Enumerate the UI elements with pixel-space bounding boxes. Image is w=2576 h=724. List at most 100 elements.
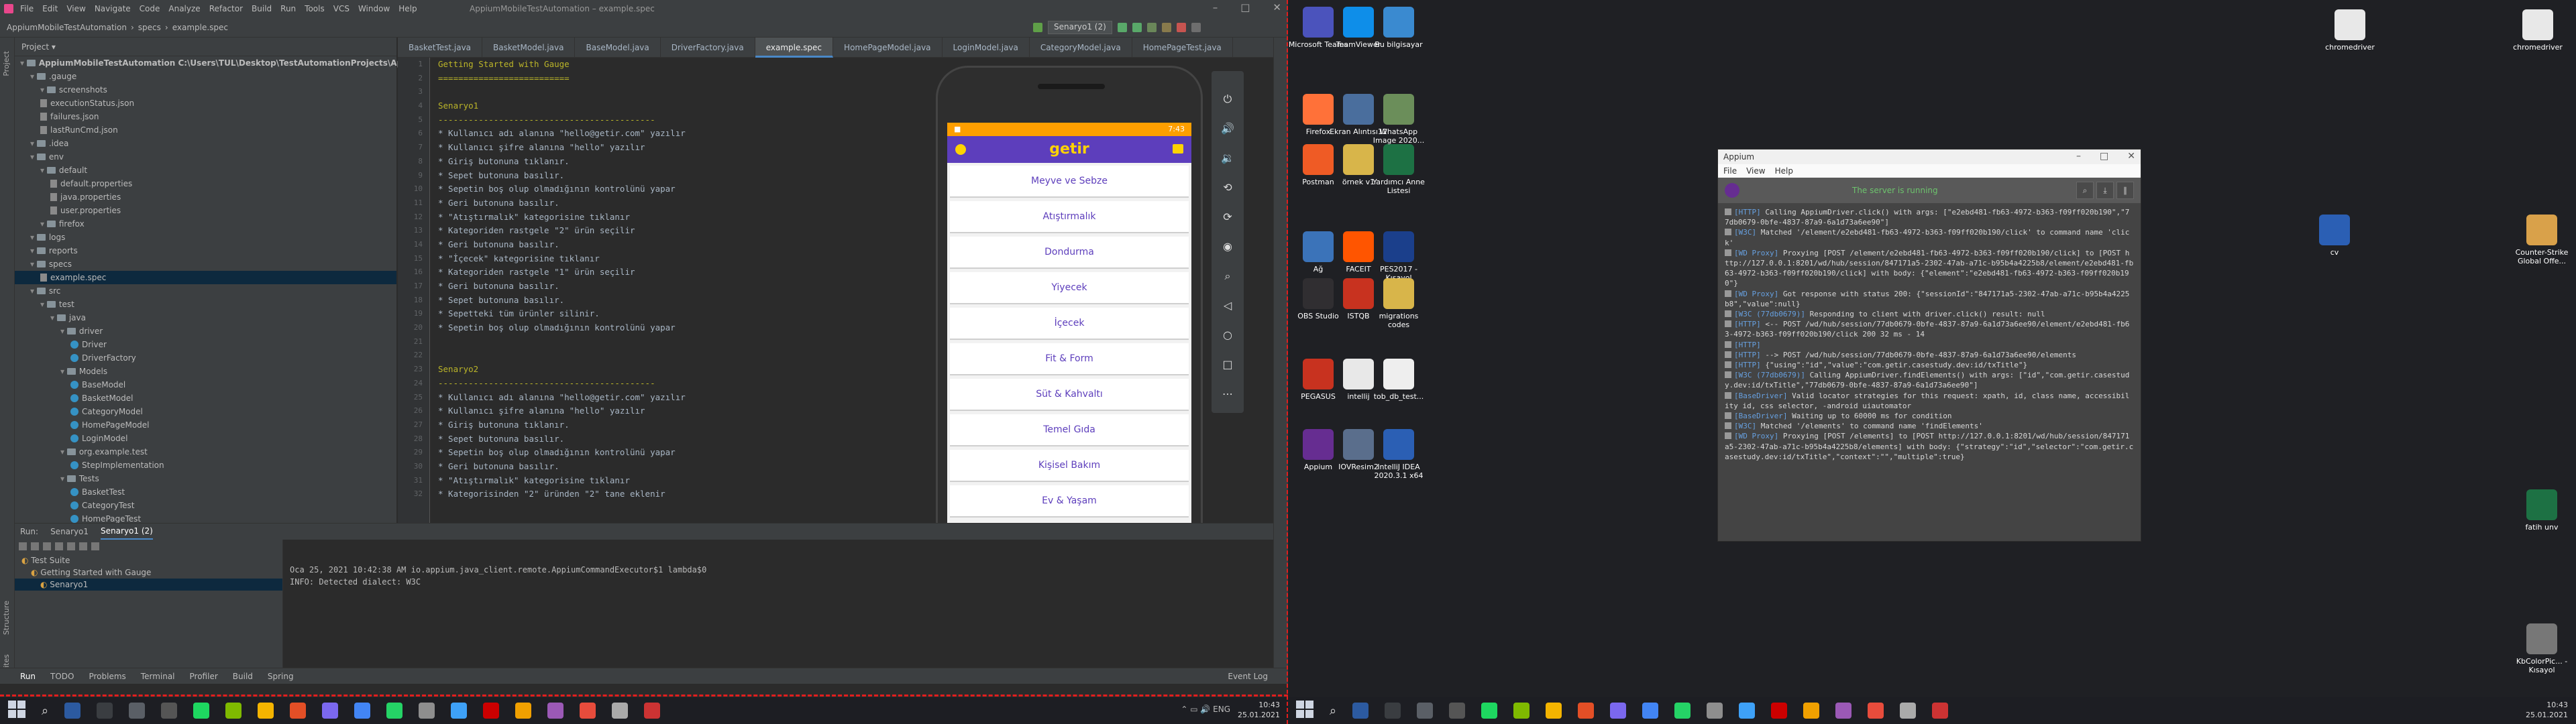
- editor-tab[interactable]: BasketTest.java: [398, 38, 483, 58]
- stop-icon[interactable]: [1176, 23, 1186, 32]
- project-tree-item[interactable]: default.properties: [15, 177, 396, 190]
- tool-tab-run[interactable]: Run: [20, 672, 36, 681]
- category-item[interactable]: Meyve ve Sebze: [950, 166, 1189, 198]
- rerun-icon[interactable]: [19, 542, 27, 550]
- maximize-icon[interactable]: □: [2100, 151, 2108, 162]
- power-icon[interactable]: ⏻: [1219, 90, 1236, 109]
- menu-item-code[interactable]: Code: [140, 4, 160, 13]
- project-tree-item[interactable]: DriverFactory: [15, 351, 396, 365]
- menu-item-view[interactable]: View: [66, 4, 85, 13]
- stop-icon[interactable]: [43, 542, 51, 550]
- search-icon[interactable]: [1191, 23, 1201, 32]
- taskbar-app-icon[interactable]: [1481, 703, 1498, 719]
- project-tree-item[interactable]: HomePageModel: [15, 418, 396, 432]
- taskbar-app-icon[interactable]: [1352, 703, 1369, 719]
- menu-item-edit[interactable]: Edit: [42, 4, 58, 13]
- taskbar-app-icon[interactable]: [64, 703, 81, 719]
- taskbar-clock-left[interactable]: 10:43 25.01.2021: [1238, 700, 1280, 720]
- taskbar-app-icon[interactable]: [290, 703, 307, 719]
- expand-icon[interactable]: [67, 542, 75, 550]
- minimize-icon[interactable]: –: [1213, 1, 1218, 13]
- close-icon[interactable]: ✕: [2127, 151, 2135, 162]
- editor-tab[interactable]: HomePageTest.java: [1132, 38, 1233, 58]
- category-item[interactable]: Yiyecek: [950, 272, 1189, 304]
- category-item[interactable]: Temel Gıda: [950, 414, 1189, 446]
- taskbar-app-icon[interactable]: [612, 703, 629, 719]
- desktop-icon[interactable]: tob_db_test...: [1368, 359, 1429, 401]
- search-icon[interactable]: ⌕: [2076, 182, 2094, 199]
- camera-icon[interactable]: ◉: [1219, 237, 1236, 256]
- taskbar-app-icon[interactable]: [1546, 703, 1562, 719]
- home-icon[interactable]: ○: [1219, 326, 1236, 345]
- more-icon[interactable]: ⋯: [1219, 385, 1236, 404]
- editor-tab[interactable]: BasketModel.java: [482, 38, 576, 58]
- menu-item-help[interactable]: Help: [398, 4, 417, 13]
- tool-tab-profiler[interactable]: Profiler: [190, 672, 218, 681]
- taskbar-app-icon[interactable]: [1578, 703, 1595, 719]
- taskbar-app-icon[interactable]: [97, 703, 113, 719]
- project-tree-item[interactable]: failures.json: [15, 110, 396, 123]
- category-item[interactable]: Atıştırmalık: [950, 201, 1189, 233]
- volume-down-icon[interactable]: 🔉: [1219, 149, 1236, 168]
- menu-item-analyze[interactable]: Analyze: [168, 4, 200, 13]
- taskbar-app-icon[interactable]: [354, 703, 371, 719]
- project-tree-item[interactable]: StepImplementation: [15, 459, 396, 472]
- collapse-icon[interactable]: [79, 542, 87, 550]
- profile-icon[interactable]: [1161, 23, 1171, 32]
- taskbar-app-icon[interactable]: [451, 703, 468, 719]
- editor-tab[interactable]: example.spec: [755, 38, 834, 58]
- project-tree-item[interactable]: CategoryModel: [15, 405, 396, 418]
- taskbar-app-icon[interactable]: [225, 703, 242, 719]
- taskbar-app-icon[interactable]: [129, 703, 146, 719]
- taskbar-app-icon[interactable]: [547, 703, 564, 719]
- menu-item-refactor[interactable]: Refactor: [209, 4, 243, 13]
- project-tree-item[interactable]: executionStatus.json: [15, 97, 396, 110]
- taskbar-app-icon[interactable]: [1513, 703, 1530, 719]
- settings-icon[interactable]: [91, 542, 99, 550]
- appium-server-log[interactable]: [HTTP] Calling AppiumDriver.click() with…: [1718, 203, 2141, 466]
- desktop-icon[interactable]: KbColorPic... - Kısayol: [2512, 623, 2572, 674]
- project-tool-tab[interactable]: Project: [2, 51, 11, 76]
- category-item[interactable]: Ev & Yaşam: [950, 485, 1189, 518]
- taskbar-app-icon[interactable]: [1932, 703, 1949, 719]
- test-tree-item[interactable]: ◐ Test Suite: [15, 554, 282, 566]
- desktop-icon[interactable]: Counter-Strike Global Offe...: [2512, 215, 2572, 265]
- project-tree-item[interactable]: ▾ specs: [15, 257, 396, 271]
- menu-item-run[interactable]: Run: [280, 4, 296, 13]
- basket-icon[interactable]: [1173, 144, 1183, 154]
- appium-menu-help[interactable]: Help: [1775, 166, 1793, 176]
- desktop-icon[interactable]: fatih unv: [2512, 489, 2572, 532]
- code-editor[interactable]: Getting Started with Gauge ==============…: [438, 58, 934, 523]
- taskbar-app-icon[interactable]: [1803, 703, 1820, 719]
- project-tree-item[interactable]: ▾ test: [15, 298, 396, 311]
- minimize-icon[interactable]: –: [2076, 151, 2081, 162]
- event-log-button[interactable]: Event Log: [1228, 672, 1268, 681]
- rotate-right-icon[interactable]: ⟳: [1219, 208, 1236, 227]
- project-tree-item[interactable]: ▾ default: [15, 164, 396, 177]
- editor-tab[interactable]: BaseModel.java: [575, 38, 661, 58]
- appium-menu-view[interactable]: View: [1746, 166, 1765, 176]
- taskbar-app-icon[interactable]: [161, 703, 178, 719]
- project-tree-item[interactable]: ▾ firefox: [15, 217, 396, 231]
- zoom-icon[interactable]: ⌕: [1219, 267, 1236, 286]
- breadcrumb-item[interactable]: example.spec: [172, 23, 228, 32]
- hammer-icon[interactable]: [1033, 23, 1042, 32]
- appium-menu-file[interactable]: File: [1723, 166, 1737, 176]
- search-icon[interactable]: ⌕: [42, 704, 48, 718]
- pause-icon[interactable]: ∥: [2116, 182, 2134, 199]
- category-item[interactable]: İçecek: [950, 308, 1189, 340]
- breadcrumb-item[interactable]: AppiumMobileTestAutomation: [7, 23, 127, 32]
- editor-tab[interactable]: CategoryModel.java: [1030, 38, 1132, 58]
- menu-item-tools[interactable]: Tools: [305, 4, 325, 13]
- taskbar-app-icon[interactable]: [1642, 703, 1659, 719]
- coverage-icon[interactable]: [1146, 23, 1157, 32]
- maximize-icon[interactable]: □: [1240, 1, 1250, 13]
- desktop-icon[interactable]: migrations codes: [1368, 278, 1429, 329]
- project-tree-item[interactable]: ▾ logs: [15, 231, 396, 244]
- project-tree-item[interactable]: ▾ .idea: [15, 137, 396, 150]
- taskbar-app-icon[interactable]: [1385, 703, 1401, 719]
- search-icon[interactable]: ⌕: [1330, 704, 1336, 718]
- run-configuration-select[interactable]: Senaryo1 (2): [1048, 21, 1112, 34]
- taskbar-app-icon[interactable]: [515, 703, 532, 719]
- taskbar-app-icon[interactable]: [258, 703, 274, 719]
